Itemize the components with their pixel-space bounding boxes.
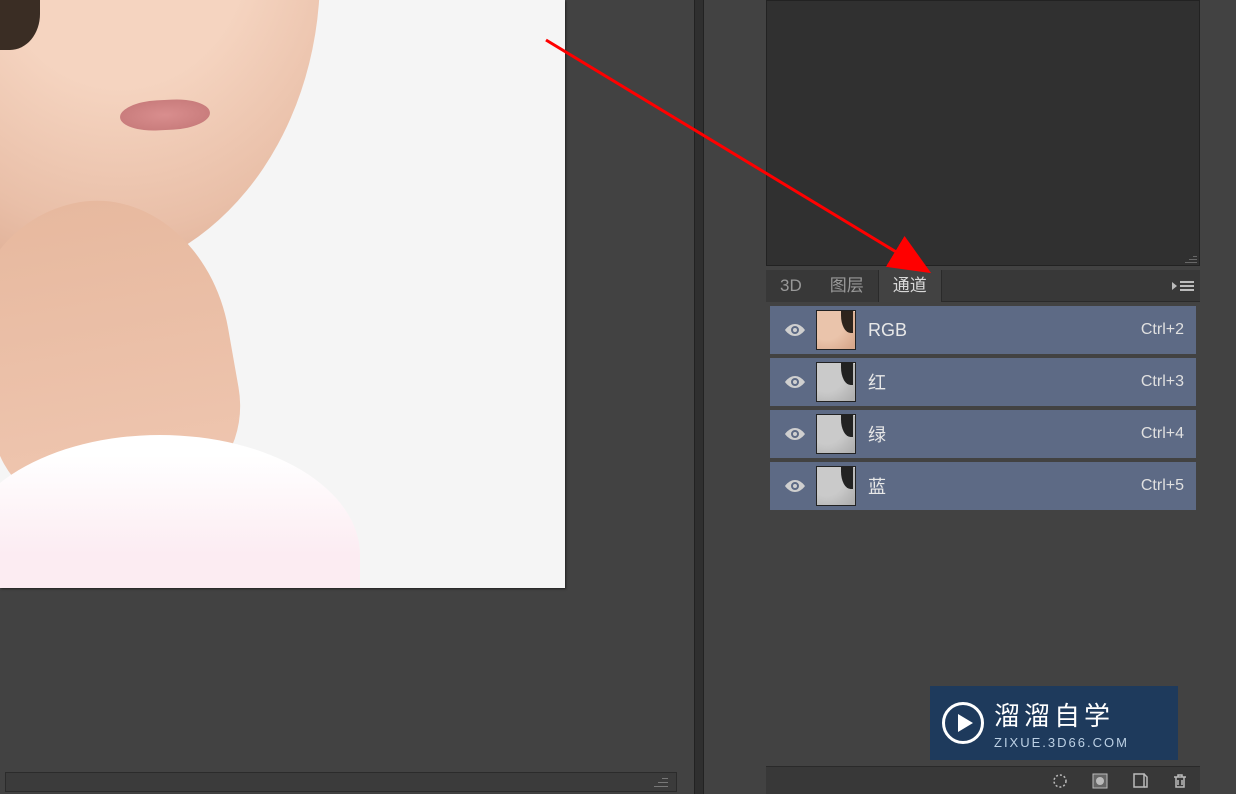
photo-shoulder [0,435,360,588]
visibility-toggle[interactable] [778,322,812,338]
channel-name: 绿 [868,421,1141,447]
eye-icon [784,322,806,338]
eye-icon [784,426,806,442]
watermark-title: 溜溜自学 [994,696,1129,733]
new-channel-icon[interactable] [1130,771,1150,791]
panel-menu-icon[interactable] [1172,278,1194,294]
play-icon [942,702,984,744]
canvas-area [0,0,694,794]
delete-channel-icon[interactable] [1170,771,1190,791]
right-panel-stack: 3D 图层 通道 RGB Ctrl+2 [704,0,1236,794]
channel-thumbnail [816,414,856,454]
channel-row-red[interactable]: 红 Ctrl+3 [770,358,1196,406]
channel-row-rgb[interactable]: RGB Ctrl+2 [770,306,1196,354]
channel-name: RGB [868,320,1141,341]
visibility-toggle[interactable] [778,478,812,494]
visibility-toggle[interactable] [778,374,812,390]
canvas-status-bar [5,772,677,792]
channel-shortcut: Ctrl+4 [1141,425,1188,443]
eye-icon [784,478,806,494]
channels-panel-footer [766,766,1200,794]
channel-thumbnail [816,310,856,350]
channel-shortcut: Ctrl+5 [1141,477,1188,495]
panel-tab-bar: 3D 图层 通道 [766,270,1200,302]
panel-divider[interactable] [694,0,704,794]
channel-name: 蓝 [868,473,1141,499]
document-image[interactable] [0,0,565,588]
upper-panel [766,0,1200,266]
watermark: 溜溜自学 ZIXUE.3D66.COM [930,686,1178,760]
load-selection-icon[interactable] [1050,771,1070,791]
tab-channels[interactable]: 通道 [878,270,942,302]
channel-list: RGB Ctrl+2 红 Ctrl+3 绿 Ctrl+4 [766,302,1200,518]
watermark-text: 溜溜自学 ZIXUE.3D66.COM [994,696,1129,750]
tab-layers[interactable]: 图层 [816,270,878,302]
channel-thumbnail [816,362,856,402]
visibility-toggle[interactable] [778,426,812,442]
channel-shortcut: Ctrl+3 [1141,373,1188,391]
tab-3d[interactable]: 3D [766,270,816,302]
watermark-subtitle: ZIXUE.3D66.COM [994,735,1129,750]
channel-row-blue[interactable]: 蓝 Ctrl+5 [770,462,1196,510]
channel-name: 红 [868,369,1141,395]
channel-shortcut: Ctrl+2 [1141,321,1188,339]
channel-row-green[interactable]: 绿 Ctrl+4 [770,410,1196,458]
eye-icon [784,374,806,390]
save-selection-icon[interactable] [1090,771,1110,791]
resize-grip-icon [654,773,668,787]
channel-thumbnail [816,466,856,506]
